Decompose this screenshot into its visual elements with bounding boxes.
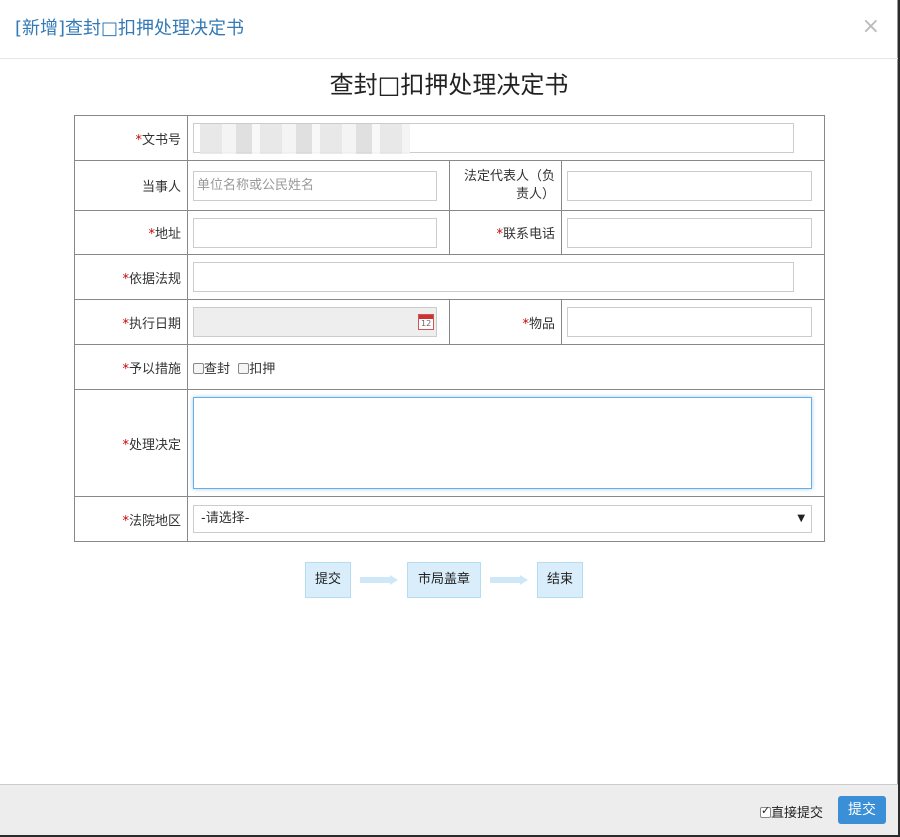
court-region-label: *法院地区 <box>74 496 188 542</box>
submit-button[interactable]: 提交 <box>838 796 886 824</box>
seal-checkbox-label: 查封 <box>204 361 231 377</box>
decision-label: *处理决定 <box>74 389 188 497</box>
phone-label: *联系电话 <box>449 210 562 255</box>
party-input[interactable]: 单位名称或公民姓名 <box>193 170 437 201</box>
seal-checkbox[interactable] <box>193 362 204 374</box>
court-region-select[interactable]: -请选择- ▼ <box>193 505 813 533</box>
flow-arrow-icon <box>360 575 398 585</box>
decision-textarea[interactable] <box>193 397 813 489</box>
calendar-icon[interactable] <box>418 314 434 330</box>
modal-dialog: [新增]查封□扣押处理决定书 × 查封□扣押处理决定书 *文书号 当事人 单位名… <box>0 0 898 835</box>
legal-rep-input[interactable] <box>567 170 813 201</box>
items-input[interactable] <box>567 307 813 337</box>
redacted-value <box>200 124 410 154</box>
flow-step-end[interactable]: 结束 <box>537 562 583 598</box>
exec-date-input[interactable] <box>193 307 437 337</box>
close-button[interactable]: × <box>862 16 880 38</box>
court-region-selected: -请选择- <box>201 511 250 526</box>
address-input[interactable] <box>193 217 437 248</box>
doc-number-label: *文书号 <box>74 115 188 161</box>
doc-number-input[interactable] <box>193 123 795 154</box>
address-label: *地址 <box>74 210 188 255</box>
direct-submit-option[interactable]: 直接提交 <box>760 802 823 821</box>
detain-checkbox-label: 扣押 <box>249 361 276 377</box>
law-basis-input[interactable] <box>193 262 795 292</box>
dropdown-arrow-icon: ▼ <box>797 513 806 524</box>
modal-header: [新增]查封□扣押处理决定书 × <box>0 0 898 59</box>
modal-footer: 直接提交 提交 <box>0 784 898 835</box>
modal-title: [新增]查封□扣押处理决定书 <box>15 18 245 39</box>
exec-date-label: *执行日期 <box>74 299 188 345</box>
flow-step-submit[interactable]: 提交 <box>305 562 351 598</box>
document-title: 查封□扣押处理决定书 <box>329 71 569 99</box>
direct-submit-checkbox[interactable] <box>760 804 771 818</box>
flow-arrow-icon <box>490 575 528 585</box>
direct-submit-label: 直接提交 <box>771 806 824 821</box>
measures-label: *予以措施 <box>74 344 188 390</box>
phone-input[interactable] <box>567 217 813 248</box>
party-label: 当事人 <box>74 160 188 211</box>
items-label: *物品 <box>449 299 562 345</box>
detain-checkbox[interactable] <box>238 362 250 374</box>
form-table: *文书号 当事人 单位名称或公民姓名 法定代表人（负责人） *地址 *联系电话 <box>74 115 826 542</box>
flow-step-stamp[interactable]: 市局盖章 <box>407 562 481 598</box>
legal-rep-label: 法定代表人（负责人） <box>449 160 562 211</box>
law-basis-label: *依据法规 <box>74 254 188 300</box>
